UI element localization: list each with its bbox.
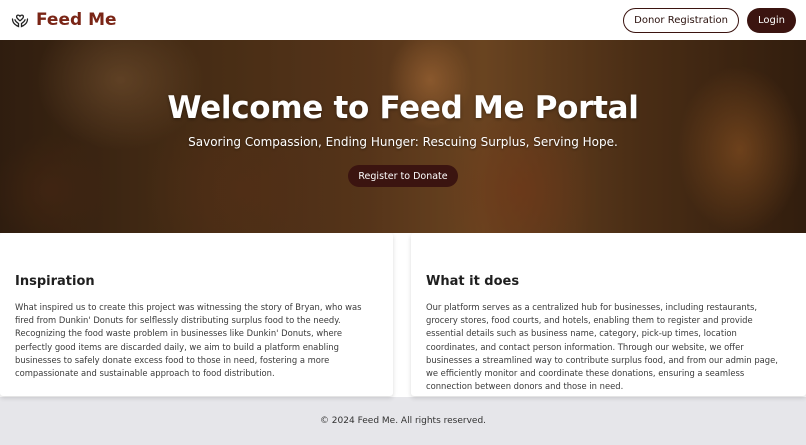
footer-copyright: © 2024 Feed Me. All rights reserved.: [319, 416, 487, 426]
login-button[interactable]: Login: [747, 7, 796, 33]
brand[interactable]: Feed Me: [10, 10, 117, 30]
inspiration-card: Inspiration What inspired us to create t…: [0, 233, 393, 396]
hero-content: Welcome to Feed Me Portal Savoring Compa…: [0, 40, 806, 233]
nav-actions: Donor Registration Login: [623, 7, 796, 33]
footer: © 2024 Feed Me. All rights reserved.: [0, 397, 806, 445]
navbar: Feed Me Donor Registration Login: [0, 0, 806, 40]
what-it-does-card: What it does Our platform serves as a ce…: [411, 233, 806, 396]
hero-banner: Welcome to Feed Me Portal Savoring Compa…: [0, 40, 806, 233]
hero-title: Welcome to Feed Me Portal: [167, 90, 639, 126]
hero-subtitle: Savoring Compassion, Ending Hunger: Resc…: [188, 135, 618, 149]
register-to-donate-button[interactable]: Register to Donate: [348, 165, 458, 187]
inspiration-title: Inspiration: [15, 274, 95, 289]
content-section: Inspiration What inspired us to create t…: [0, 233, 806, 397]
what-it-does-body: Our platform serves as a centralized hub…: [426, 302, 778, 392]
what-it-does-title: What it does: [426, 274, 520, 289]
donor-registration-button[interactable]: Donor Registration: [623, 7, 740, 33]
heart-hands-icon: [10, 10, 30, 30]
inspiration-body: What inspired us to create this project …: [15, 302, 362, 379]
brand-name: Feed Me: [36, 10, 117, 30]
